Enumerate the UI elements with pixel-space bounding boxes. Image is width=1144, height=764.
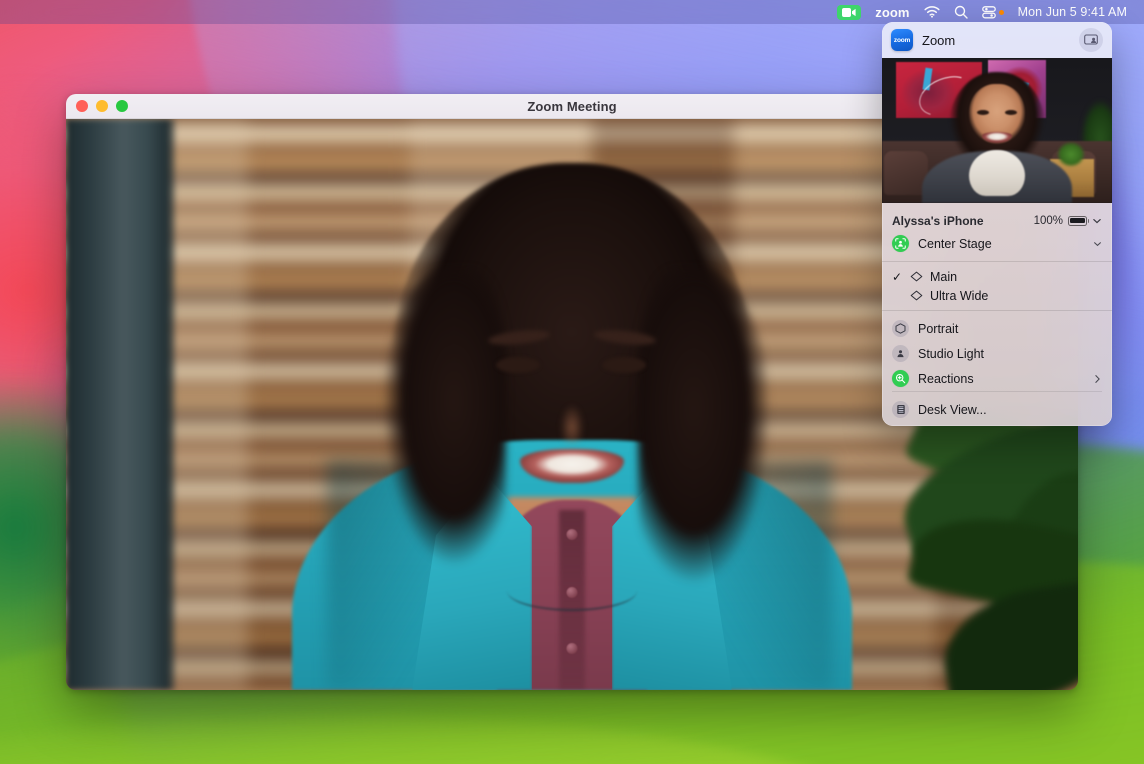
- panel-app-name: Zoom: [922, 33, 955, 48]
- recording-indicator-dot: [999, 10, 1004, 15]
- camera-in-use-indicator[interactable]: [830, 0, 868, 24]
- desk-view-label: Desk View...: [918, 403, 987, 417]
- lens-label: Ultra Wide: [930, 289, 988, 303]
- menu-bar-clock[interactable]: Mon Jun 5 9:41 AM: [1011, 0, 1134, 24]
- wifi-icon[interactable]: [917, 0, 947, 24]
- chevron-right-icon[interactable]: [1093, 373, 1102, 385]
- share-screen-icon[interactable]: [1079, 28, 1103, 52]
- effect-portrait[interactable]: Portrait: [882, 316, 1112, 341]
- search-icon[interactable]: [947, 0, 975, 24]
- center-stage-icon: [892, 235, 909, 252]
- lens-option-ultra-wide[interactable]: Ultra Wide: [882, 286, 1112, 305]
- panel-header: zoom Zoom: [882, 22, 1112, 58]
- effect-label: Portrait: [918, 322, 958, 336]
- desk-view-row[interactable]: Desk View...: [882, 397, 1112, 422]
- menu-bar: zoom Mon Jun 5 9:41 AM: [0, 0, 1144, 24]
- control-center-icon[interactable]: [975, 0, 1011, 24]
- battery-full-icon: [1068, 216, 1087, 226]
- desk-view-section: Desk View...: [882, 392, 1112, 426]
- connected-device-row[interactable]: Alyssa's iPhone 100%: [882, 208, 1112, 231]
- device-section: Alyssa's iPhone 100% Center Stage: [882, 203, 1112, 261]
- checkmark-icon: ✓: [892, 271, 908, 283]
- video-effects-panel[interactable]: zoom Zoom Alyssa's iPhone 1: [882, 22, 1112, 426]
- portrait-icon: [892, 320, 909, 337]
- lens-section: ✓ Main Ultra Wide: [882, 262, 1112, 310]
- desk-view-icon: [892, 401, 909, 418]
- reactions-icon: [892, 370, 909, 387]
- lens-label: Main: [930, 270, 957, 284]
- lens-icon: [908, 271, 924, 282]
- effect-reactions[interactable]: Reactions: [882, 366, 1112, 391]
- device-name: Alyssa's iPhone: [892, 214, 984, 228]
- battery-percent: 100%: [1034, 215, 1063, 227]
- effect-label: Reactions: [918, 372, 974, 386]
- effect-label: Studio Light: [918, 347, 984, 361]
- zoom-app-icon: zoom: [891, 29, 913, 51]
- video-camera-icon: [837, 5, 861, 20]
- studio-light-icon: [892, 345, 909, 362]
- lens-option-main[interactable]: ✓ Main: [882, 267, 1112, 286]
- chevron-down-icon[interactable]: [1092, 216, 1102, 226]
- effects-section: Portrait Studio Light Reactions: [882, 311, 1112, 391]
- center-stage-label: Center Stage: [918, 237, 992, 251]
- effect-studio-light[interactable]: Studio Light: [882, 341, 1112, 366]
- menu-bar-app-name[interactable]: zoom: [868, 0, 916, 24]
- chevron-down-icon[interactable]: [1093, 238, 1102, 250]
- camera-preview[interactable]: [882, 58, 1112, 203]
- lens-icon: [908, 290, 924, 301]
- center-stage-row[interactable]: Center Stage: [882, 231, 1112, 256]
